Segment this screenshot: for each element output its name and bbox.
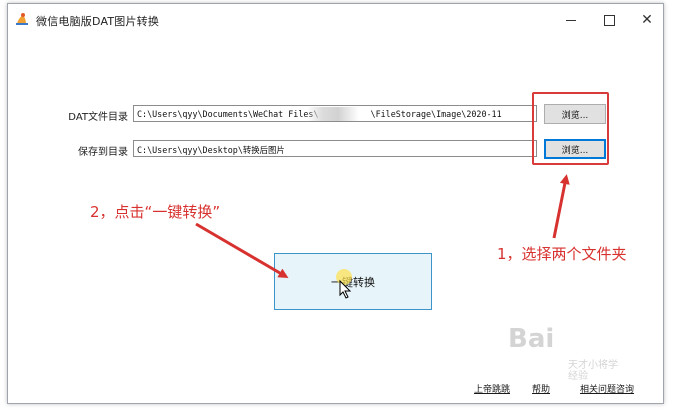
- footer-link-1[interactable]: 上帝跳跳: [474, 382, 510, 395]
- maximize-button[interactable]: [590, 4, 628, 36]
- watermark-brand: Bai: [508, 324, 555, 354]
- browse-highlight-box: [532, 92, 609, 165]
- maximize-icon: [603, 14, 615, 26]
- close-button[interactable]: ✕: [628, 4, 666, 36]
- one-click-convert-button[interactable]: 一键转换: [274, 253, 432, 310]
- watermark-sub: 天才小将学 经验: [568, 360, 618, 382]
- save-dir-input[interactable]: C:\Users\qyy\Desktop\转换后图片: [133, 140, 537, 157]
- annotation-step1: 1，选择两个文件夹: [497, 245, 627, 263]
- close-icon: ✕: [641, 12, 653, 28]
- annotation-step2: 2，点击“一键转换”: [90, 203, 221, 221]
- minimize-button[interactable]: [552, 4, 590, 36]
- dat-dir-value-start: C:\Users\qyy\Documents\WeChat Files\: [137, 109, 319, 119]
- title-bar: 微信电脑版DAT图片转换 ✕: [8, 4, 663, 36]
- save-dir-label: 保存到目录: [78, 147, 128, 158]
- window-title: 微信电脑版DAT图片转换: [36, 15, 160, 28]
- dat-dir-value-end: \FileStorage\Image\2020-11: [370, 109, 502, 119]
- dat-dir-input[interactable]: C:\Users\qyy\Documents\WeChat Files\ \Fil…: [133, 105, 537, 122]
- baidu-watermark: Bai 天才小将学 经验: [508, 324, 638, 384]
- dat-dir-label: DAT文件目录: [68, 112, 128, 123]
- save-dir-value: C:\Users\qyy\Desktop\转换后图片: [137, 145, 285, 155]
- app-logo-icon: [16, 13, 28, 25]
- redacted-username: [307, 107, 359, 121]
- minimize-icon: [566, 19, 576, 21]
- convert-button-label: 一键转换: [331, 275, 375, 289]
